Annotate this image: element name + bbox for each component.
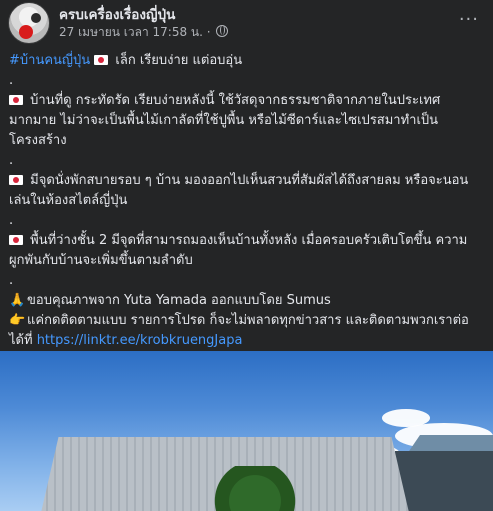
post-body: #บ้านคนญี่ปุ่น เล็ก เรียบง่าย แต่อบอุ่น … bbox=[9, 51, 487, 351]
page-avatar[interactable] bbox=[8, 2, 50, 44]
japan-flag-icon bbox=[9, 175, 23, 185]
separator-dot: . bbox=[9, 213, 14, 228]
post-header: ครบเครื่องเรื่องญี่ปุ่น 27 เมษายน เวลา 1… bbox=[0, 0, 493, 50]
paragraph: บ้านที่ดู กระทัดรัด เรียบง่ายหลังนี้ ใช้… bbox=[9, 91, 487, 151]
japan-flag-icon bbox=[94, 55, 109, 65]
post-timestamp[interactable]: 27 เมษายน เวลา 17:58 น. bbox=[59, 25, 203, 39]
separator-dot: . bbox=[9, 153, 14, 168]
follow-line: 👉 แค่กดติดตามแบบ รายการโปรด ก็จะไม่พลาดทุ… bbox=[9, 311, 487, 351]
paragraph-text: พื้นที่ว่างชั้น 2 มีจุดที่สามารถมองเห็นบ… bbox=[9, 233, 468, 268]
paragraph: พื้นที่ว่างชั้น 2 มีจุดที่สามารถมองเห็นบ… bbox=[9, 231, 487, 271]
pray-icon: 🙏 bbox=[9, 293, 26, 308]
credit-text: ขอบคุณภาพจาก Yuta Yamada ออกแบบโดย Sumus bbox=[27, 293, 331, 308]
more-options-icon[interactable]: ··· bbox=[459, 9, 479, 30]
avatar-decoration bbox=[31, 13, 41, 23]
separator-dot: . bbox=[9, 73, 14, 88]
external-link[interactable]: https://linktr.ee/krobkruengJapa bbox=[37, 333, 243, 348]
house-wall bbox=[395, 451, 493, 511]
post-meta: 27 เมษายน เวลา 17:58 น. · bbox=[59, 23, 229, 42]
avatar-decoration bbox=[19, 25, 33, 39]
paragraph-text: บ้านที่ดู กระทัดรัด เรียบง่ายหลังนี้ ใช้… bbox=[9, 93, 441, 148]
globe-icon bbox=[216, 25, 229, 37]
post-title: เล็ก เรียบง่าย แต่อบอุ่น bbox=[111, 53, 243, 68]
tree bbox=[210, 466, 300, 511]
meta-separator: · bbox=[202, 25, 215, 39]
separator-dot: . bbox=[9, 273, 14, 288]
title-line: #บ้านคนญี่ปุ่น เล็ก เรียบง่าย แต่อบอุ่น bbox=[9, 51, 487, 71]
japan-flag-icon bbox=[9, 235, 23, 245]
post-photo[interactable] bbox=[0, 351, 493, 511]
paragraph: มีจุดนั่งพักสบายรอบ ๆ บ้าน มองออกไปเห็นส… bbox=[9, 171, 487, 211]
hashtag-link[interactable]: #บ้านคนญี่ปุ่น bbox=[9, 53, 90, 68]
paragraph-text: มีจุดนั่งพักสบายรอบ ๆ บ้าน มองออกไปเห็นส… bbox=[9, 173, 469, 208]
credit-line: 🙏 ขอบคุณภาพจาก Yuta Yamada ออกแบบโดย Sumu… bbox=[9, 291, 487, 311]
point-right-icon: 👉 bbox=[9, 313, 26, 328]
japan-flag-icon bbox=[9, 95, 23, 105]
page-name[interactable]: ครบเครื่องเรื่องญี่ปุ่น bbox=[59, 3, 175, 25]
